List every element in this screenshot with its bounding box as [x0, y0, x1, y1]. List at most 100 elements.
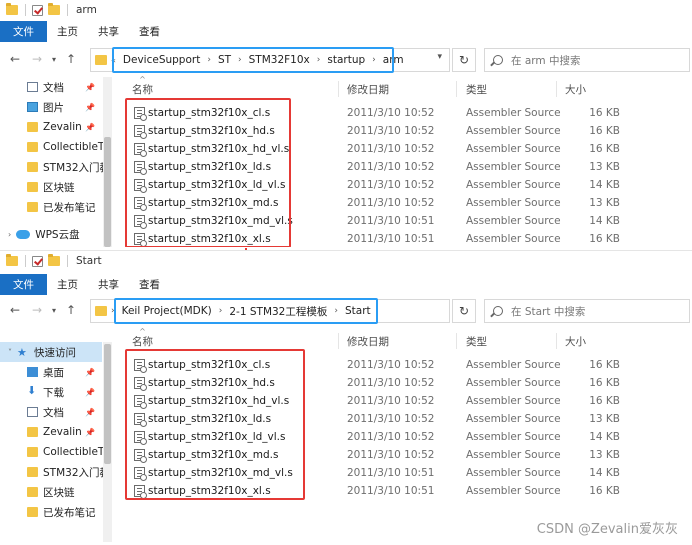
- tab-home[interactable]: 主页: [47, 21, 88, 42]
- address-dropdown-icon[interactable]: ▾: [437, 52, 442, 62]
- sidebar-scrollbar[interactable]: [103, 342, 112, 542]
- refresh-button[interactable]: ↻: [452, 299, 476, 323]
- sidebar-item-zevalin[interactable]: Zevalin 📌: [0, 117, 115, 137]
- star-icon: ★: [17, 345, 27, 359]
- folder-icon: [27, 162, 38, 172]
- sidebar-item-stm32[interactable]: STM32入门教: [0, 157, 115, 177]
- back-arrow-icon[interactable]: ←: [10, 52, 20, 66]
- back-arrow-icon[interactable]: ←: [10, 303, 20, 317]
- tab-view[interactable]: 查看: [129, 274, 170, 295]
- column-header-label: 修改日期: [347, 335, 389, 348]
- column-header-name[interactable]: ^ 名称: [132, 75, 153, 99]
- file-size: 16 KB: [589, 377, 620, 389]
- sidebar-item-documents[interactable]: 文档 📌: [0, 77, 115, 97]
- sidebar-item-zevalin[interactable]: Zevalin 📌: [0, 422, 115, 442]
- search-icon: [493, 55, 503, 65]
- sidebar-item-collectible[interactable]: CollectibleT: [0, 442, 115, 462]
- sidebar-item-published-notes[interactable]: 已发布笔记: [0, 197, 115, 217]
- sidebar-item-pictures[interactable]: 图片 📌: [0, 97, 115, 117]
- column-header-size[interactable]: 大小: [565, 79, 586, 99]
- new-folder-icon[interactable]: [48, 254, 60, 266]
- title-separator: [25, 4, 26, 16]
- file-date: 2011/3/10 10:51: [347, 467, 435, 479]
- tab-file[interactable]: 文件: [0, 274, 47, 295]
- column-header-type[interactable]: 类型: [466, 331, 487, 351]
- sidebar-item-desktop[interactable]: 桌面 📌: [0, 362, 115, 382]
- sidebar-item-wps-cloud[interactable]: › WPS云盘: [0, 224, 115, 244]
- sidebar-item-label: STM32入门教: [43, 466, 110, 479]
- search-input[interactable]: 在 arm 中搜索: [484, 48, 690, 72]
- column-header-date[interactable]: 修改日期: [347, 331, 389, 351]
- search-placeholder: 在 arm 中搜索: [511, 54, 581, 67]
- column-divider[interactable]: [338, 81, 339, 97]
- forward-arrow-icon[interactable]: →: [32, 303, 42, 317]
- pin-icon: 📌: [85, 367, 95, 377]
- tab-file[interactable]: 文件: [0, 21, 47, 42]
- sidebar-item-documents[interactable]: 文档 📌: [0, 402, 115, 422]
- file-date: 2011/3/10 10:52: [347, 395, 435, 407]
- navigation-row: ← → ▾ ↑ « DeviceSupport › ST › STM32F10x…: [0, 47, 692, 73]
- up-arrow-icon[interactable]: ↑: [66, 303, 76, 317]
- column-header-label: 修改日期: [347, 83, 389, 96]
- sidebar-item-blockchain[interactable]: 区块链: [0, 482, 115, 502]
- sidebar-item-label: 图片: [43, 101, 64, 114]
- sidebar-item-blockchain[interactable]: 区块链: [0, 177, 115, 197]
- tab-share[interactable]: 共享: [88, 21, 129, 42]
- scrollbar-thumb[interactable]: [104, 344, 111, 464]
- file-date: 2011/3/10 10:52: [347, 107, 435, 119]
- explorer-window-arm: arm 文件 主页 共享 查看 ← → ▾ ↑ « DeviceSupport …: [0, 0, 692, 247]
- sidebar-item-downloads[interactable]: 下载 📌: [0, 382, 115, 402]
- folder-icon: [27, 202, 38, 212]
- column-header-label: 类型: [466, 335, 487, 348]
- ribbon-tabs: 文件 主页 共享 查看: [0, 21, 692, 42]
- column-header-size[interactable]: 大小: [565, 331, 586, 351]
- column-divider[interactable]: [338, 333, 339, 349]
- chevron-right-icon[interactable]: ›: [8, 230, 11, 239]
- files-highlight-box: [125, 98, 291, 247]
- refresh-button[interactable]: ↻: [452, 48, 476, 72]
- properties-check-icon[interactable]: [32, 4, 43, 16]
- tab-view[interactable]: 查看: [129, 21, 170, 42]
- sidebar-item-label: 区块链: [43, 486, 75, 499]
- file-date: 2011/3/10 10:52: [347, 197, 435, 209]
- new-folder-icon[interactable]: [48, 3, 60, 15]
- folder-icon: [27, 447, 38, 457]
- sidebar-item-published-notes[interactable]: 已发布笔记: [0, 502, 115, 522]
- file-date: 2011/3/10 10:52: [347, 359, 435, 371]
- window-title: Start: [76, 255, 102, 267]
- sidebar-item-collectible[interactable]: CollectibleT: [0, 137, 115, 157]
- sidebar-item-stm32[interactable]: STM32入门教: [0, 462, 115, 482]
- address-highlight-box: [112, 47, 394, 73]
- recent-chevron-down-icon[interactable]: ▾: [52, 55, 56, 64]
- file-size: 16 KB: [589, 233, 620, 245]
- column-header-date[interactable]: 修改日期: [347, 79, 389, 99]
- tab-share[interactable]: 共享: [88, 274, 129, 295]
- file-size: 14 KB: [589, 431, 620, 443]
- up-arrow-icon[interactable]: ↑: [66, 52, 76, 66]
- sidebar-scrollbar[interactable]: [103, 77, 112, 247]
- sidebar-item-label: 已发布笔记: [43, 201, 96, 214]
- navigation-pane: ˅ ★ 快速访问 桌面 📌 下载 📌 文档 📌 Zevalin 📌 Collec…: [0, 342, 115, 542]
- download-icon: [27, 384, 38, 397]
- properties-check-icon[interactable]: [32, 255, 43, 267]
- forward-arrow-icon[interactable]: →: [32, 52, 42, 66]
- column-divider[interactable]: [456, 81, 457, 97]
- file-date: 2011/3/10 10:52: [347, 143, 435, 155]
- sidebar-item-label: 桌面: [43, 366, 64, 379]
- column-header-type[interactable]: 类型: [466, 79, 487, 99]
- column-divider[interactable]: [456, 333, 457, 349]
- search-input[interactable]: 在 Start 中搜索: [484, 299, 690, 323]
- desktop-icon: [27, 367, 38, 377]
- sidebar-item-quick-access[interactable]: ˅ ★ 快速访问: [0, 342, 102, 362]
- file-size: 13 KB: [589, 449, 620, 461]
- column-divider[interactable]: [556, 81, 557, 97]
- recent-chevron-down-icon[interactable]: ▾: [52, 306, 56, 315]
- tab-home[interactable]: 主页: [47, 274, 88, 295]
- column-divider[interactable]: [556, 333, 557, 349]
- chevron-down-icon[interactable]: ˅: [8, 348, 12, 357]
- cloud-icon: [16, 229, 31, 239]
- scrollbar-thumb[interactable]: [104, 137, 111, 247]
- file-date: 2011/3/10 10:52: [347, 413, 435, 425]
- file-size: 16 KB: [589, 395, 620, 407]
- column-header-name[interactable]: ^ 名称: [132, 327, 153, 351]
